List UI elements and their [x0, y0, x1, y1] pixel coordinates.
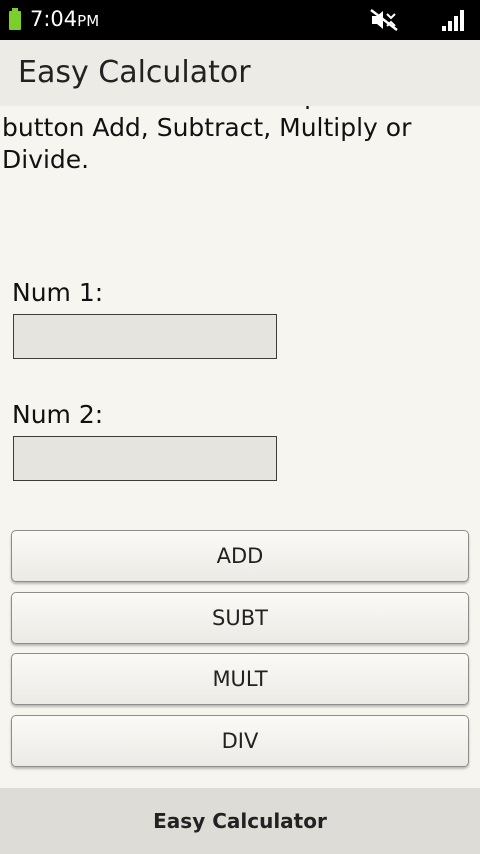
bottom-bar-label: Easy Calculator — [153, 809, 327, 833]
silent-mode-icon — [370, 9, 398, 31]
add-button[interactable]: ADD — [11, 530, 469, 582]
status-bar: 7:04PM — [0, 0, 480, 40]
clock: 7:04PM — [30, 7, 100, 31]
bottom-bar: Easy Calculator — [0, 788, 480, 854]
app-title: Easy Calculator — [18, 55, 251, 90]
action-bar: Easy Calculator — [0, 40, 480, 106]
num2-label: Num 2: — [12, 400, 104, 429]
instructions-text: Enter two numbers and press the button A… — [2, 106, 420, 174]
divide-button[interactable]: DIV — [11, 715, 469, 767]
battery-icon — [9, 8, 21, 30]
calculator-form: Enter two numbers and press the button A… — [0, 106, 480, 788]
subtract-button[interactable]: SUBT — [11, 592, 469, 644]
num2-input[interactable] — [13, 436, 277, 481]
signal-icon — [442, 10, 464, 31]
num1-label: Num 1: — [12, 278, 104, 307]
multiply-button[interactable]: MULT — [11, 653, 469, 705]
num1-input[interactable] — [13, 314, 277, 359]
